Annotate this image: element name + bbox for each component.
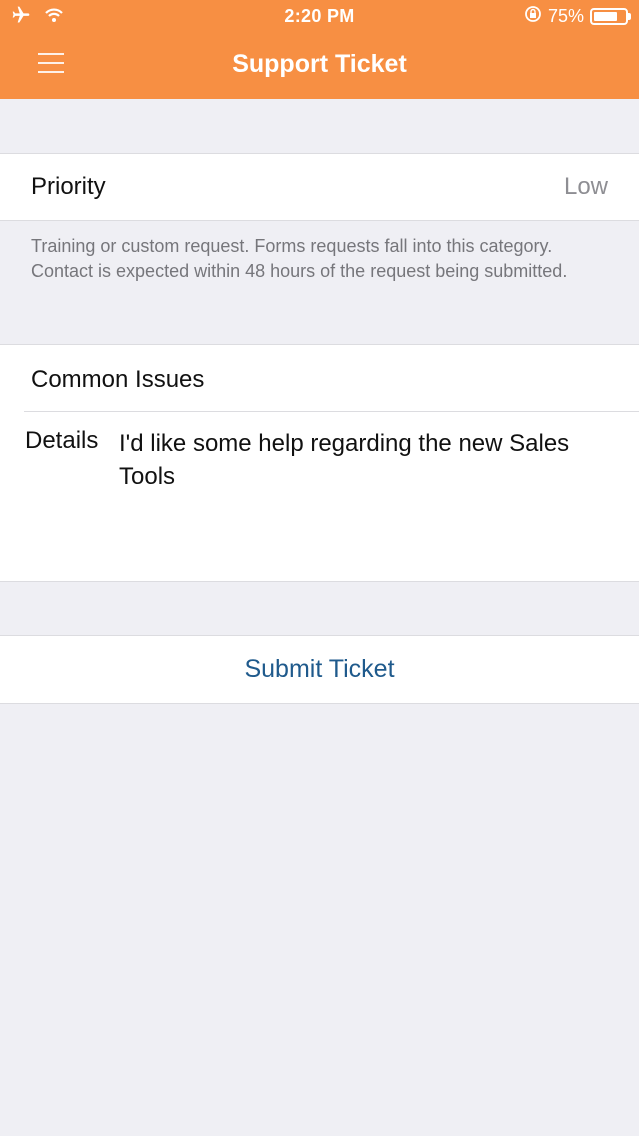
divider [24,411,639,412]
status-bar: 2:20 PM 75% [0,0,639,34]
navigation-bar: 2:20 PM 75% Support Ticket [0,0,639,99]
battery-body [590,8,628,25]
battery-nub [628,13,631,20]
battery-percent: 75% [547,6,584,26]
submit-ticket-label: Submit Ticket [244,655,395,683]
rotation-lock-icon [524,5,542,28]
common-issues-row[interactable]: Common Issues [31,366,204,394]
priority-description: Training or custom request. Forms reques… [31,236,568,281]
submit-ticket-button[interactable]: Submit Ticket [0,635,639,704]
status-right: 75% [524,5,631,28]
battery-icon [590,8,631,25]
page-title: Support Ticket [232,50,407,78]
battery-fill [594,12,617,21]
priority-value: Low [563,173,608,200]
details-label: Details [25,427,99,454]
priority-row[interactable]: Priority Low [0,153,639,221]
details-textarea[interactable]: I'd like some help regarding the new Sal… [119,427,609,493]
issues-group: Common Issues Details I'd like some help… [0,344,639,582]
priority-label: Priority [31,173,106,200]
